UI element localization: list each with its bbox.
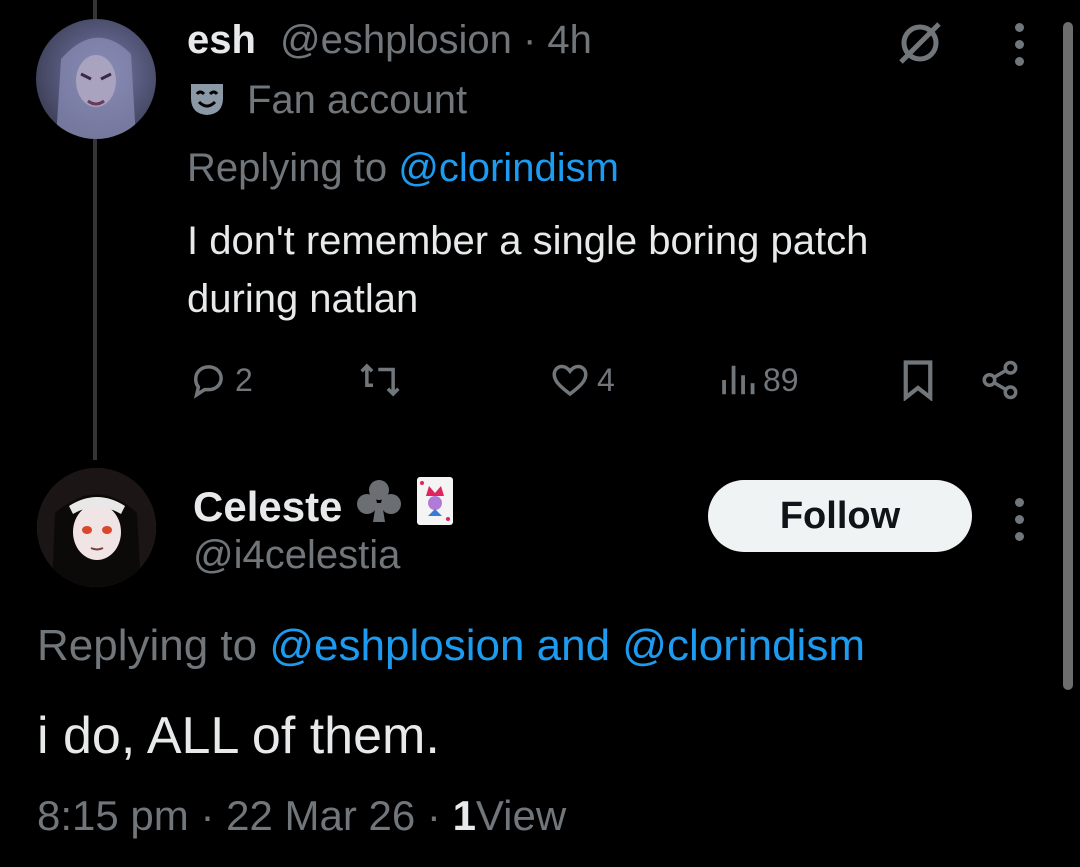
separator: · — [426, 792, 441, 839]
bookmark-button[interactable] — [899, 356, 937, 404]
views-button[interactable]: 89 — [719, 356, 799, 404]
handle-and-time[interactable]: @eshplosion · 4h — [280, 16, 592, 64]
replying-to: Replying to @eshplosion and @clorindism — [37, 620, 865, 672]
reply-count: 2 — [235, 361, 253, 398]
heart-icon — [552, 364, 588, 397]
replying-to-handles[interactable]: @eshplosion and @clorindism — [269, 621, 865, 670]
avatar[interactable] — [37, 468, 156, 587]
tweet-text-line: I don't remember a single boring patch — [187, 219, 869, 263]
separator: · — [200, 792, 215, 839]
avatar[interactable] — [36, 19, 156, 139]
replying-prefix: Replying to — [187, 146, 388, 190]
theater-mask-icon — [187, 78, 227, 123]
analytics-icon — [722, 365, 755, 395]
club-suit-icon — [354, 477, 404, 536]
reply-button[interactable]: 2 — [187, 356, 253, 404]
avatar-illustration-icon — [56, 37, 136, 139]
more-options-icon[interactable] — [1015, 498, 1024, 541]
replying-prefix: Replying to — [37, 621, 258, 670]
view-count: 1 — [452, 792, 476, 839]
tweet-text: I don't remember a single boring patch d… — [187, 212, 1047, 328]
follow-button[interactable]: Follow — [708, 480, 972, 552]
display-name-text: Celeste — [193, 482, 343, 530]
replying-to-handle[interactable]: @clorindism — [398, 146, 619, 190]
share-icon — [982, 360, 1018, 400]
action-bar: 2 4 89 — [187, 356, 1037, 404]
repost-button[interactable] — [357, 356, 403, 404]
view-count: 89 — [763, 361, 799, 398]
tweet-time[interactable]: 8:15 pm — [37, 792, 189, 839]
share-button[interactable] — [979, 356, 1021, 404]
bookmark-icon — [903, 360, 933, 401]
fan-account-label: Fan account — [187, 76, 467, 124]
tweet-timestamp-row: 8:15 pm · 22 Mar 26 · 1View — [37, 790, 566, 842]
reply-icon — [193, 365, 223, 399]
avatar-illustration-icon — [37, 468, 156, 587]
like-count: 4 — [597, 361, 615, 398]
tweet-text-line: during natlan — [187, 277, 419, 321]
scrollbar[interactable] — [1063, 22, 1073, 690]
user-handle[interactable]: @i4celestia — [193, 531, 400, 579]
more-options-icon[interactable] — [1015, 23, 1024, 66]
view-label: View — [475, 792, 567, 839]
display-name[interactable]: Celeste — [193, 476, 454, 537]
grok-icon[interactable] — [895, 20, 945, 71]
display-name[interactable]: esh — [187, 16, 256, 64]
fan-account-text: Fan account — [247, 77, 468, 122]
like-button[interactable]: 4 — [549, 356, 615, 404]
replying-to: Replying to @clorindism — [187, 144, 619, 192]
tweet-text: i do, ALL of them. — [37, 707, 440, 765]
repost-icon — [360, 363, 400, 397]
tweet-date[interactable]: 22 Mar 26 — [226, 792, 415, 839]
joker-card-icon — [416, 476, 454, 537]
